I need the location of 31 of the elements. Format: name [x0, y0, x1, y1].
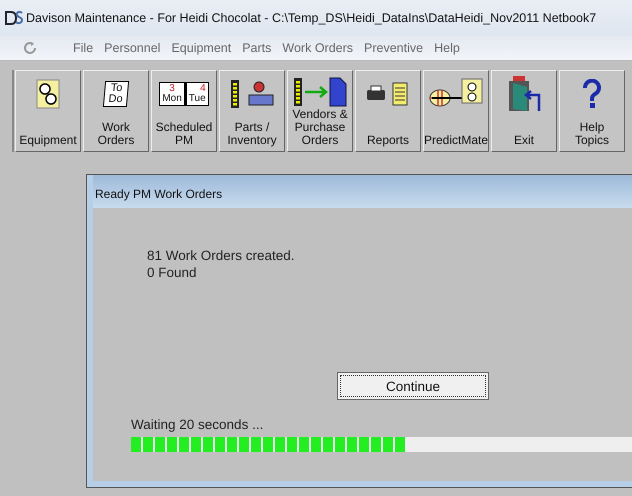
dialog-title: Ready PM Work Orders — [93, 175, 632, 208]
status-text: Waiting 20 seconds ... — [131, 417, 264, 432]
menu-item[interactable]: Equipment — [171, 41, 232, 55]
toolbar-button[interactable]: To Do Work Orders — [83, 70, 149, 152]
logo-icon — [5, 10, 23, 26]
toolbar-button[interactable]: Equipment — [15, 70, 81, 152]
continue-button[interactable]: Continue — [337, 372, 489, 400]
refresh-icon[interactable] — [22, 40, 38, 56]
menu-item[interactable]: Preventive — [364, 41, 424, 55]
toolbar-button[interactable]: Parts / Inventory — [219, 70, 285, 152]
window-title: Davison Maintenance - For Heidi Chocolat - C:\Temp_DS\Heidi_DataIns\DataHeidi_Nov2011 Netbook7 — [26, 11, 596, 25]
parts-to-document-icon — [292, 76, 348, 106]
toolbar-button[interactable]: 3 Mon 4 Tue Scheduled PM — [151, 70, 217, 152]
message-text: 81 Work Orders created. — [147, 247, 295, 264]
menu-item[interactable]: Help — [434, 41, 460, 55]
toolbar-button[interactable]: Help Topics — [559, 70, 625, 152]
todo-note-icon: To Do — [102, 81, 130, 107]
menu-item[interactable]: Personnel — [104, 41, 160, 55]
message-text: 0 Found — [147, 264, 197, 281]
menu-item[interactable]: Work Orders — [282, 41, 354, 55]
calendar-icon: 3 Mon 4 Tue — [159, 82, 209, 106]
gears-icon — [36, 79, 60, 109]
toolbar-button[interactable]: Reports — [355, 70, 421, 152]
toolbar-button[interactable]: PredictMate — [423, 70, 489, 152]
question-mark-icon — [581, 79, 603, 109]
exit-door-icon — [507, 75, 541, 113]
menu-item[interactable]: File — [73, 41, 94, 55]
parts-icon — [229, 79, 275, 109]
toolbar-button[interactable]: Vendors & Purchase Orders — [287, 70, 353, 152]
toolbar-button[interactable]: Exit — [491, 70, 557, 152]
menu-item[interactable]: Parts — [242, 41, 272, 55]
